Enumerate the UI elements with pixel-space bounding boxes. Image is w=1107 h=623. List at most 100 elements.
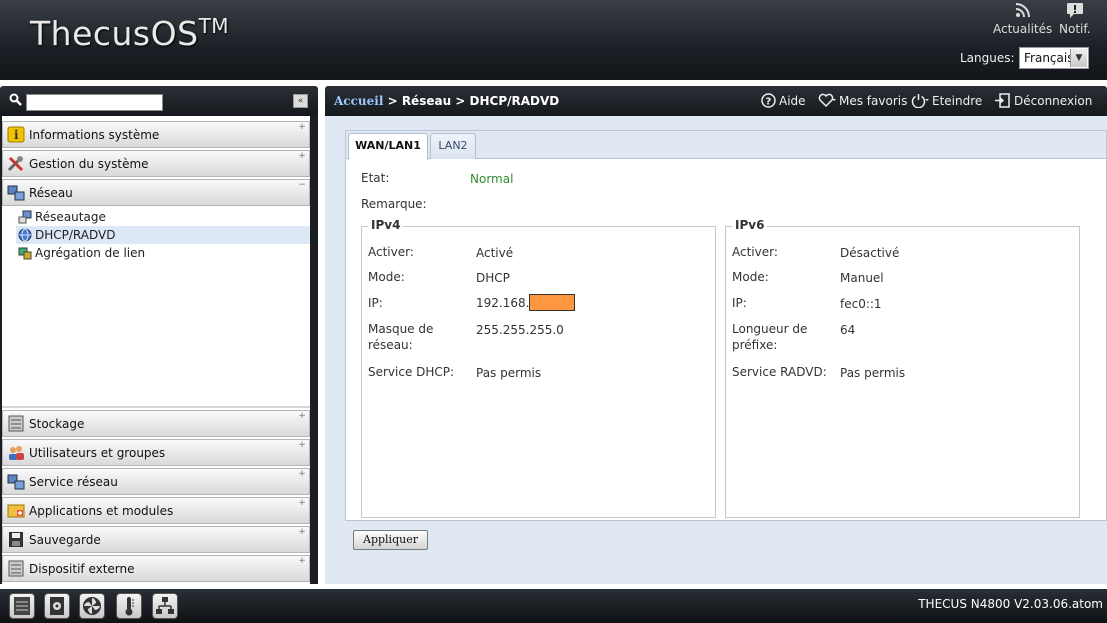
tools-icon: [7, 155, 25, 172]
logo: ThecusOSTM: [30, 14, 230, 53]
network-status-icon[interactable]: [152, 593, 178, 619]
thermometer-icon[interactable]: [116, 593, 142, 619]
notifications-button[interactable]: Notif.: [1059, 2, 1091, 36]
sidebar-item-system-management[interactable]: Gestion du système +: [2, 150, 310, 177]
sidebar-item-networking[interactable]: Réseautage: [16, 208, 310, 226]
apply-button[interactable]: Appliquer: [353, 530, 428, 550]
backup-icon: [7, 531, 25, 548]
sidebar-item-dhcp-radvd[interactable]: DHCP/RADVD: [16, 226, 310, 244]
notification-bubble-icon: [1059, 2, 1091, 22]
ipv6-radvd-value: Pas permis: [840, 366, 906, 380]
content-panel: WAN/LAN1 LAN2 Etat: Normal Remarque: IPv…: [325, 116, 1107, 584]
breadcrumb: Accueil > Réseau > DHCP/RADVD: [334, 94, 560, 108]
tab-lan2[interactable]: LAN2: [430, 133, 476, 159]
fan-icon[interactable]: [79, 593, 105, 619]
state-value: Normal: [470, 172, 514, 186]
favorites-button[interactable]: Mes favoris: [818, 93, 907, 109]
state-label: Etat:: [361, 171, 390, 185]
expand-icon[interactable]: +: [297, 498, 307, 508]
ipv4-mask-label-line1: Masque de: [368, 322, 434, 336]
disk-icon[interactable]: [44, 593, 70, 619]
sidebar-item-system-info[interactable]: i Informations système +: [2, 121, 310, 148]
ipv6-prefix-label-line2: préfixe:: [732, 338, 778, 352]
logout-button[interactable]: Déconnexion: [994, 93, 1092, 109]
expand-icon[interactable]: +: [297, 411, 307, 421]
heart-icon: [818, 93, 836, 109]
sidebar-item-network[interactable]: Réseau −: [2, 179, 310, 206]
sidebar-item-applications[interactable]: Applications et modules +: [2, 497, 310, 524]
sidebar-item-storage[interactable]: Stockage +: [2, 410, 310, 437]
users-icon: [7, 444, 25, 461]
redacted-mask: [529, 294, 576, 311]
link-aggregation-icon: [18, 246, 32, 260]
applications-icon: [7, 502, 25, 519]
collapse-icon[interactable]: −: [297, 180, 307, 190]
expand-icon[interactable]: +: [297, 440, 307, 450]
logout-icon: [994, 93, 1011, 109]
collapse-sidebar-icon[interactable]: «: [293, 94, 308, 108]
dhcp-radvd-form: WAN/LAN1 LAN2 Etat: Normal Remarque: IPv…: [345, 130, 1107, 521]
breadcrumb-home-link[interactable]: Accueil: [334, 94, 383, 108]
ipv6-title: IPv6: [732, 218, 768, 232]
footer: THECUS N4800 V2.03.06.atom: [0, 589, 1107, 623]
header: ThecusOSTM Actualités Notif. Langues: Fr…: [0, 0, 1107, 80]
sidebar-item-link-aggregation[interactable]: Agrégation de lien: [16, 244, 310, 262]
ipv6-mode-value: Manuel: [840, 271, 884, 285]
ipv4-mask-label-line2: réseau:: [368, 338, 413, 352]
ipv6-prefix-label-line1: Longueur de: [732, 322, 808, 336]
sidebar-item-external-device[interactable]: Dispositif externe +: [2, 555, 310, 582]
help-icon: ?: [761, 93, 776, 109]
expand-icon[interactable]: +: [297, 122, 307, 132]
language-label: Langues:: [960, 51, 1015, 65]
expand-icon[interactable]: +: [297, 469, 307, 479]
ipv4-ip-label: IP:: [368, 296, 383, 310]
ipv4-title: IPv4: [368, 218, 404, 232]
storage-icon: [7, 415, 25, 432]
sidebar-item-users-groups[interactable]: Utilisateurs et groupes +: [2, 439, 310, 466]
help-button[interactable]: ? Aide: [761, 93, 806, 109]
sidebar-item-network-service[interactable]: Service réseau +: [2, 468, 310, 495]
svg-text:?: ?: [766, 97, 772, 108]
ipv6-prefix-value: 64: [840, 323, 856, 337]
ipv4-mode-value: DHCP: [476, 271, 510, 285]
content-toolbar: Accueil > Réseau > DHCP/RADVD ? Aide Mes …: [325, 86, 1107, 116]
sidebar: i Informations système + Gestion du syst…: [0, 116, 318, 584]
language-value: Français: [1024, 51, 1074, 65]
tab-bar: WAN/LAN1 LAN2: [346, 131, 1106, 160]
remark-label: Remarque:: [361, 197, 427, 211]
ipv4-ip-value: 192.168.: [476, 294, 576, 311]
search-icon: [9, 93, 22, 109]
ipv6-group: IPv6 Activer: Désactivé Mode: Manuel IP:…: [725, 218, 1080, 518]
ipv4-group: IPv4 Activer: Activé Mode: DHCP IP: 192.…: [361, 218, 716, 518]
ipv6-ip-value: fec0::1: [840, 297, 882, 311]
shutdown-button[interactable]: Eteindre: [911, 93, 982, 109]
ipv4-dhcp-value: Pas permis: [476, 366, 542, 380]
expand-icon[interactable]: +: [297, 556, 307, 566]
ipv6-ip-label: IP:: [732, 296, 747, 310]
ipv6-enable-label: Activer:: [732, 245, 778, 259]
news-button[interactable]: Actualités: [993, 2, 1052, 36]
ipv6-enable-value: Désactivé: [840, 246, 900, 260]
sidebar-header: «: [0, 86, 318, 116]
tab-wan-lan1[interactable]: WAN/LAN1: [348, 133, 428, 160]
expand-icon[interactable]: +: [297, 151, 307, 161]
ipv4-mode-label: Mode:: [368, 270, 405, 284]
network-service-icon: [7, 473, 25, 490]
chevron-down-icon[interactable]: ▼: [1070, 49, 1087, 67]
info-icon: i: [7, 126, 25, 143]
ipv6-mode-label: Mode:: [732, 270, 769, 284]
ipv4-enable-label: Activer:: [368, 245, 414, 259]
language-select[interactable]: Français ▼: [1019, 47, 1089, 69]
divider: [2, 406, 310, 408]
storage-status-icon[interactable]: [9, 593, 35, 619]
search-input[interactable]: [26, 94, 163, 111]
ipv4-dhcp-label: Service DHCP:: [368, 365, 455, 379]
globe-icon: [18, 228, 32, 242]
ipv4-mask-value: 255.255.255.0: [476, 323, 564, 337]
svg-text:i: i: [14, 128, 19, 142]
version-label: THECUS N4800 V2.03.06.atom: [918, 597, 1103, 611]
sidebar-item-backup[interactable]: Sauvegarde +: [2, 526, 310, 553]
network-icon: [7, 184, 25, 201]
expand-icon[interactable]: +: [297, 527, 307, 537]
networking-icon: [18, 210, 32, 224]
